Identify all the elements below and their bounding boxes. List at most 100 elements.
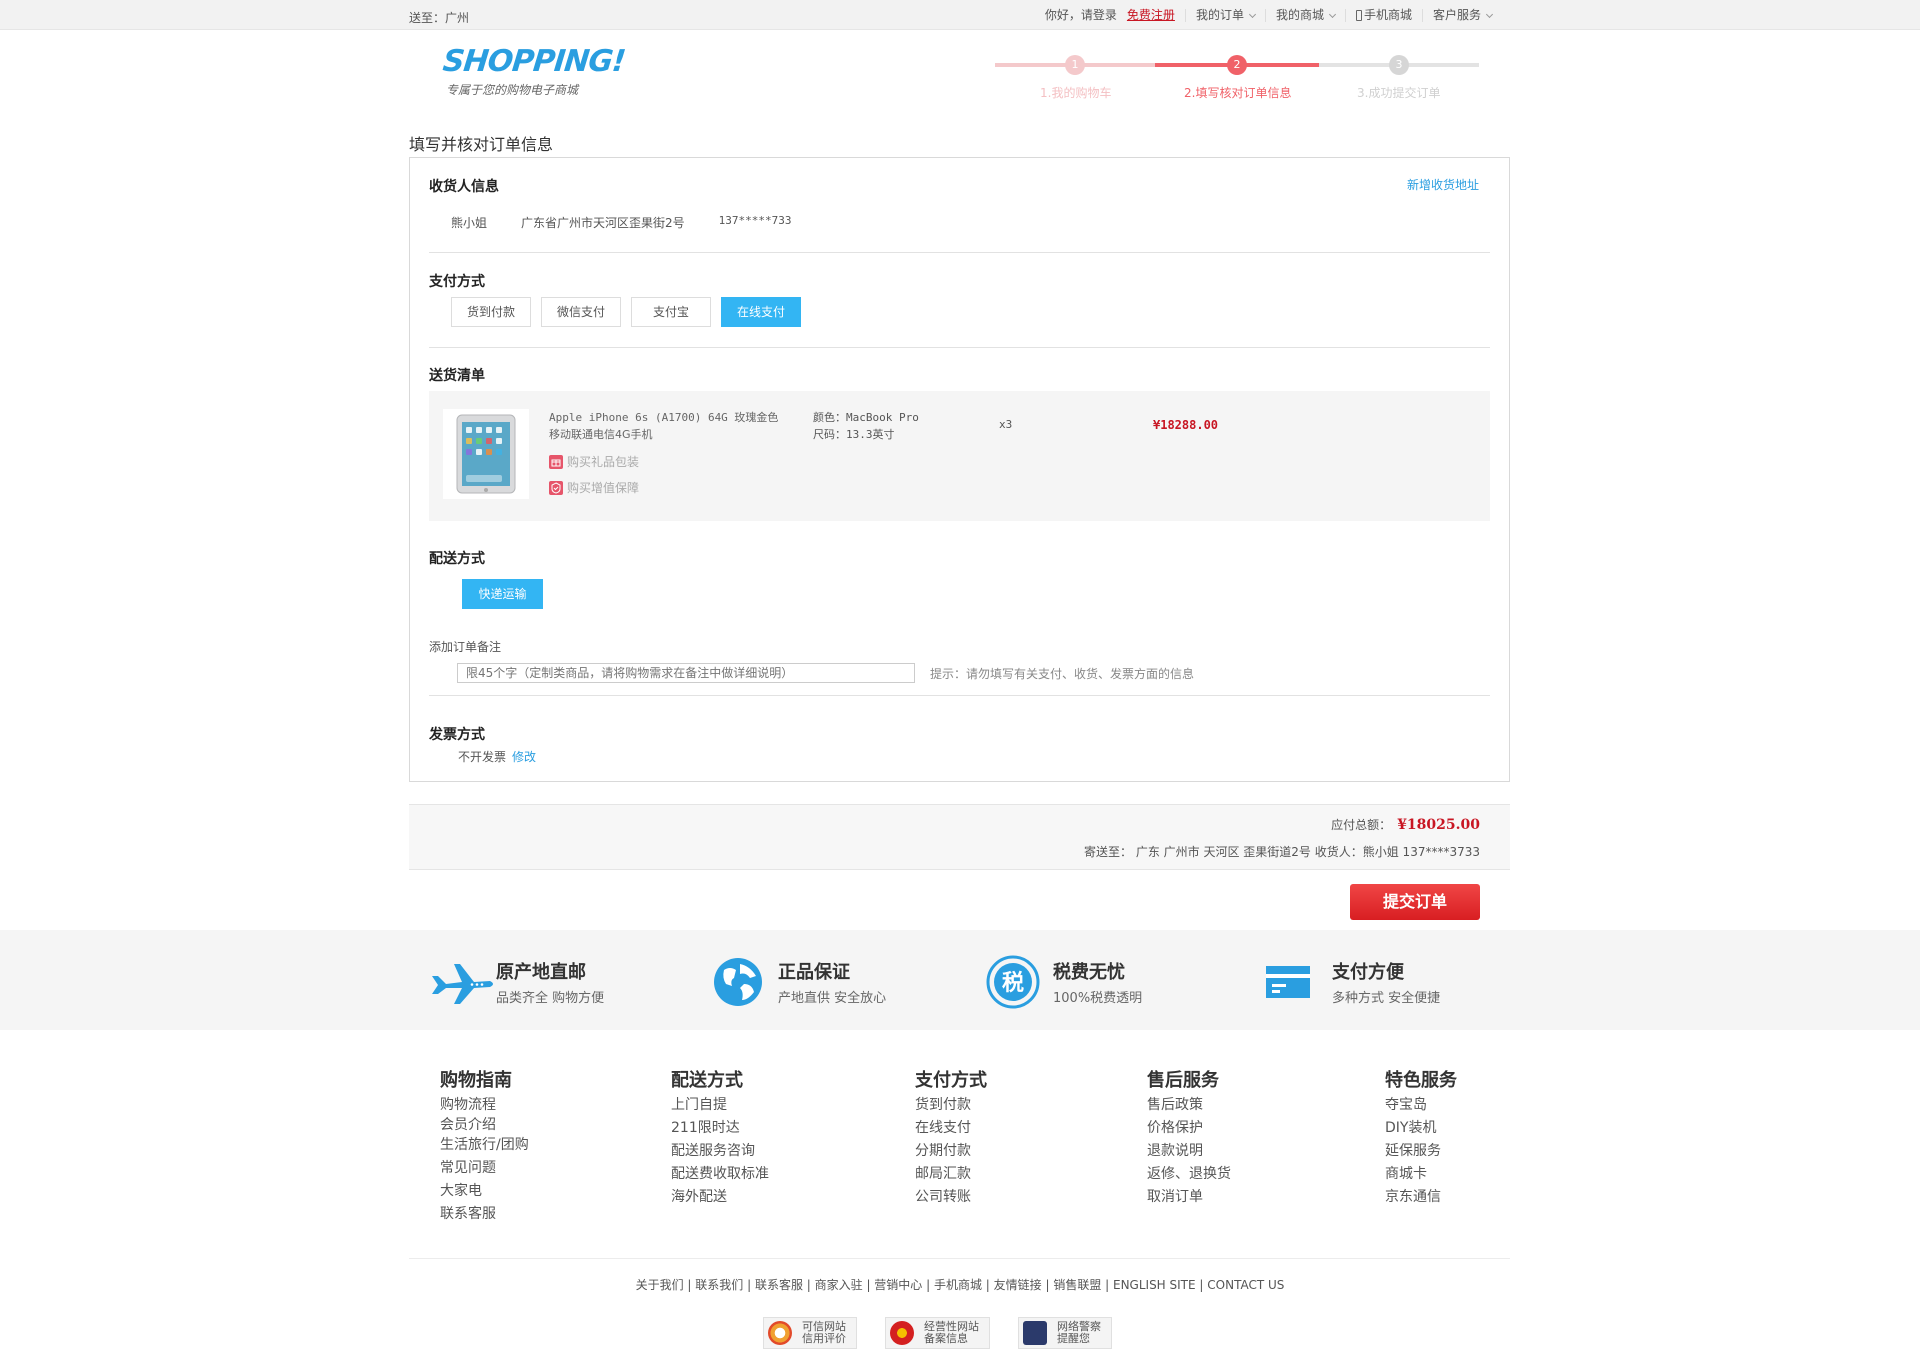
footer-link[interactable]: 生活旅行/团购	[440, 1134, 529, 1157]
logo-wordmark: SHOPPING!	[441, 44, 627, 79]
product-color: 颜色：MacBook Pro	[813, 411, 919, 424]
service-sub: 品类齐全 购物方便	[496, 991, 605, 1006]
footer-link[interactable]: 在线支付	[915, 1117, 987, 1140]
divider	[429, 347, 1490, 348]
footer-link[interactable]: 配送服务咨询	[671, 1140, 769, 1163]
add-address-link[interactable]: 新增收货地址	[1407, 176, 1479, 193]
gift-wrap-option[interactable]: 购买礼品包装	[549, 453, 639, 470]
footer-link[interactable]: 货到付款	[915, 1094, 987, 1117]
cyber-police-badge[interactable]: 网络警察 提醒您	[1018, 1317, 1112, 1349]
footer-link[interactable]: 配送费收取标准	[671, 1163, 769, 1186]
footer-col-shopping-guide: 购物指南 购物流程 会员介绍 生活旅行/团购 常见问题 大家电 联系客服	[440, 1066, 529, 1226]
pay-option-cod[interactable]: 货到付款	[451, 297, 531, 327]
footer-link[interactable]: 取消订单	[1147, 1186, 1231, 1209]
trusted-site-icon	[768, 1321, 792, 1345]
customer-service-menu[interactable]: 客户服务	[1421, 9, 1502, 22]
footer-link[interactable]: 公司转账	[915, 1186, 987, 1209]
footer-link[interactable]: DIY装机	[1385, 1117, 1457, 1140]
product-image[interactable]	[443, 409, 529, 499]
footer-link[interactable]: 211限时达	[671, 1117, 769, 1140]
divider	[429, 695, 1490, 696]
footer-col-after-sales: 售后服务 售后政策 价格保护 退款说明 返修、退换货 取消订单	[1147, 1066, 1231, 1209]
badge-text: 可信网站 信用评价	[802, 1321, 846, 1345]
trusted-site-badge[interactable]: 可信网站 信用评价	[763, 1317, 857, 1349]
my-orders-menu[interactable]: 我的订单	[1184, 9, 1265, 22]
total-amount: ¥18025.00	[1397, 817, 1480, 833]
service-title: 正品保证	[778, 962, 850, 983]
product-size: 尺码：13.3英寸	[813, 428, 895, 441]
badge-text: 网络警察 提醒您	[1057, 1321, 1101, 1345]
shipping-option-express[interactable]: 快递运输	[462, 579, 543, 609]
total-amount-row: 应付总额： ¥18025.00	[1331, 816, 1480, 833]
payment-section-title: 支付方式	[429, 274, 485, 290]
step-1-label: 1.我的购物车	[1040, 86, 1112, 100]
invoice-section-title: 发票方式	[429, 727, 485, 743]
footer-links[interactable]: 关于我们 | 联系我们 | 联系客服 | 商家入驻 | 营销中心 | 手机商城 …	[0, 1276, 1920, 1293]
footer-link[interactable]: 售后政策	[1147, 1094, 1231, 1117]
footer-link[interactable]: 常见问题	[440, 1157, 529, 1180]
service-direct-mail: 原产地直邮 品类齐全 购物方便	[428, 954, 604, 1010]
shipping-section-title: 配送方式	[429, 551, 485, 567]
pay-option-online[interactable]: 在线支付	[721, 297, 801, 327]
service-payment: 支付方便 多种方式 安全便捷	[1264, 954, 1440, 1010]
warranty-option[interactable]: 购买增值保障	[549, 479, 639, 496]
product-spec: 颜色：MacBook Pro 尺码：13.3英寸	[813, 409, 919, 443]
service-title: 税费无忧	[1053, 962, 1125, 983]
service-text: 支付方便 多种方式 安全便捷	[1332, 958, 1440, 1006]
pay-option-wechat[interactable]: 微信支付	[541, 297, 621, 327]
pay-option-alipay[interactable]: 支付宝	[631, 297, 711, 327]
footer-col-special: 特色服务 夺宝岛 DIY装机 延保服务 商城卡 京东通信	[1385, 1066, 1457, 1209]
product-name-line2: 移动联通电信4G手机	[549, 428, 653, 441]
submit-order-button[interactable]: 提交订单	[1350, 884, 1480, 920]
order-memo-input[interactable]	[457, 663, 915, 683]
order-memo-tip: 提示：请勿填写有关支付、收货、发票方面的信息	[930, 667, 1195, 681]
service-title: 原产地直邮	[496, 962, 586, 983]
footer-link[interactable]: 退款说明	[1147, 1140, 1231, 1163]
footer-link[interactable]: 海外配送	[671, 1186, 769, 1209]
phone-icon	[1355, 10, 1362, 21]
business-record-badge[interactable]: 经营性网站 备案信息	[885, 1317, 990, 1349]
login-link[interactable]: 你好，请登录	[1045, 9, 1117, 22]
mobile-mall-link[interactable]: 手机商城	[1344, 9, 1422, 22]
footer-link[interactable]: 价格保护	[1147, 1117, 1231, 1140]
gift-wrap-label: 购买礼品包装	[567, 455, 640, 469]
footer-link[interactable]: 分期付款	[915, 1140, 987, 1163]
service-sub: 产地直供 安全放心	[778, 991, 887, 1006]
receiver-address-row[interactable]: 熊小姐 广东省广州市天河区歪果街2号 137*****733	[451, 214, 792, 231]
site-logo[interactable]: SHOPPING! 专属于您的购物电子商城	[441, 44, 627, 98]
tax-icon: 税	[985, 954, 1041, 1010]
badge-line: 提醒您	[1057, 1332, 1090, 1345]
service-text: 原产地直邮 品类齐全 购物方便	[496, 958, 604, 1006]
page-title: 填写并核对订单信息	[409, 135, 554, 154]
footer-link[interactable]: 京东通信	[1385, 1186, 1457, 1209]
footer-link[interactable]: 夺宝岛	[1385, 1094, 1457, 1117]
footer-divider	[409, 1258, 1510, 1259]
footer-link[interactable]: 延保服务	[1385, 1140, 1457, 1163]
invoice-info: 不开发票 修改	[458, 748, 536, 765]
footer-link[interactable]: 商城卡	[1385, 1163, 1457, 1186]
delivery-location[interactable]: 送至：广州	[409, 9, 469, 26]
receiver-name: 熊小姐	[451, 216, 488, 230]
footer-link[interactable]: 邮局汇款	[915, 1163, 987, 1186]
warranty-label: 购买增值保障	[567, 481, 640, 495]
footer-link[interactable]: 联系客服	[440, 1203, 529, 1226]
footer-link[interactable]: 会员介绍	[440, 1117, 529, 1134]
product-name[interactable]: Apple iPhone 6s (A1700) 64G 玫瑰金色 移动联通电信4…	[549, 409, 779, 443]
footer-link[interactable]: 大家电	[440, 1180, 529, 1203]
register-link[interactable]: 免费注册	[1127, 9, 1175, 22]
top-nav: 你好，请登录 免费注册 我的订单 我的商城 手机商城 客户服务	[1035, 9, 1502, 22]
svg-text:税: 税	[1002, 970, 1024, 996]
footer-col-title: 购物指南	[440, 1070, 512, 1091]
invoice-modify-link[interactable]: 修改	[512, 750, 536, 764]
footer-link[interactable]: 购物流程	[440, 1094, 529, 1117]
my-mall-menu[interactable]: 我的商城	[1264, 9, 1345, 22]
receiver-phone: 137*****733	[718, 214, 792, 227]
service-tax: 税 税费无忧 100%税费透明	[985, 954, 1142, 1010]
ship-to-summary: 寄送至： 广东 广州市 天河区 歪果街道2号 收货人：熊小姐 137****37…	[1084, 845, 1480, 859]
order-form: 收货人信息 新增收货地址 熊小姐 广东省广州市天河区歪果街2号 137*****…	[409, 157, 1510, 782]
badge-line: 信用评价	[802, 1332, 846, 1345]
chevron-down-icon	[1248, 10, 1256, 18]
footer-link[interactable]: 上门自提	[671, 1094, 769, 1117]
footer-link[interactable]: 返修、退换货	[1147, 1163, 1231, 1186]
product-price: ¥18288.00	[1153, 418, 1219, 432]
